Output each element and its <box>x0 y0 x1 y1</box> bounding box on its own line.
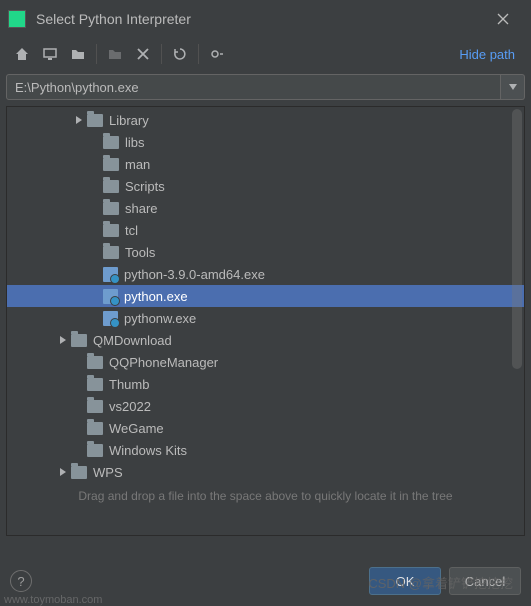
folder-icon <box>103 246 119 259</box>
refresh-icon <box>172 46 188 62</box>
hide-path-link[interactable]: Hide path <box>459 47 523 62</box>
tree-item-label: man <box>125 157 150 172</box>
file-tree-container: Library libs man Scripts share tcl Tools python… <box>6 106 525 536</box>
path-dropdown-button[interactable] <box>501 74 525 100</box>
tree-item-label: QMDownload <box>93 333 172 348</box>
tree-item-label: WPS <box>93 465 123 480</box>
tree-item-label: vs2022 <box>109 399 151 414</box>
tree-row[interactable]: WeGame <box>7 417 524 439</box>
tree-row[interactable]: Thumb <box>7 373 524 395</box>
tree-row[interactable]: tcl <box>7 219 524 241</box>
folder-icon <box>103 158 119 171</box>
tree-row[interactable]: WPS <box>7 461 524 483</box>
tree-row[interactable]: Windows Kits <box>7 439 524 461</box>
tree-item-label: Library <box>109 113 149 128</box>
tree-item-label: Windows Kits <box>109 443 187 458</box>
cancel-button[interactable]: Cancel <box>449 567 521 595</box>
new-folder-button[interactable] <box>101 40 129 68</box>
tree-row[interactable]: QQPhoneManager <box>7 351 524 373</box>
path-row <box>0 70 531 106</box>
file-icon <box>103 289 118 304</box>
scrollbar-thumb[interactable] <box>512 109 522 369</box>
tree-item-label: Thumb <box>109 377 149 392</box>
toolbar-separator <box>161 44 162 64</box>
chevron-down-icon <box>509 84 517 90</box>
ok-button[interactable]: OK <box>369 567 441 595</box>
tree-item-label: pythonw.exe <box>124 311 196 326</box>
pycharm-icon <box>8 10 26 28</box>
show-hidden-button[interactable] <box>203 40 231 68</box>
folder-icon <box>103 180 119 193</box>
tree-row[interactable]: libs <box>7 131 524 153</box>
folder-icon <box>87 114 103 127</box>
tree-item-label: Tools <box>125 245 155 260</box>
expand-chevron-icon[interactable] <box>55 464 71 480</box>
toolbar-separator <box>198 44 199 64</box>
tree-hint: Drag and drop a file into the space abov… <box>7 483 524 509</box>
tree-row[interactable]: QMDownload <box>7 329 524 351</box>
folder-icon <box>87 444 103 457</box>
desktop-button[interactable] <box>36 40 64 68</box>
path-input[interactable] <box>6 74 501 100</box>
folder-icon <box>87 422 103 435</box>
help-button[interactable]: ? <box>10 570 32 592</box>
file-icon <box>103 311 118 326</box>
delete-button[interactable] <box>129 40 157 68</box>
tree-item-label: QQPhoneManager <box>109 355 218 370</box>
new-folder-icon <box>107 46 123 62</box>
vertical-scrollbar[interactable] <box>512 109 522 533</box>
folder-icon <box>87 356 103 369</box>
folder-icon <box>71 466 87 479</box>
folder-icon <box>103 136 119 149</box>
tree-row[interactable]: Tools <box>7 241 524 263</box>
tree-item-label: tcl <box>125 223 138 238</box>
delete-icon <box>137 48 149 60</box>
tree-row[interactable]: Scripts <box>7 175 524 197</box>
tree-row[interactable]: man <box>7 153 524 175</box>
toolbar: Hide path <box>0 38 531 70</box>
desktop-icon <box>42 46 58 62</box>
project-icon <box>70 46 86 62</box>
tree-item-label: libs <box>125 135 145 150</box>
project-button[interactable] <box>64 40 92 68</box>
tree-item-label: WeGame <box>109 421 164 436</box>
tree-item-label: python-3.9.0-amd64.exe <box>124 267 265 282</box>
expand-chevron-icon[interactable] <box>55 332 71 348</box>
file-tree[interactable]: Library libs man Scripts share tcl Tools python… <box>7 107 524 483</box>
tree-item-label: share <box>125 201 158 216</box>
tree-row[interactable]: Library <box>7 109 524 131</box>
toolbar-separator <box>96 44 97 64</box>
tree-row[interactable]: pythonw.exe <box>7 307 524 329</box>
tree-row[interactable]: share <box>7 197 524 219</box>
expand-chevron-icon[interactable] <box>71 112 87 128</box>
home-icon <box>14 46 30 62</box>
tree-item-label: Scripts <box>125 179 165 194</box>
tree-row[interactable]: python-3.9.0-amd64.exe <box>7 263 524 285</box>
dialog-title: Select Python Interpreter <box>36 11 483 27</box>
folder-icon <box>103 224 119 237</box>
close-icon <box>497 13 509 25</box>
titlebar: Select Python Interpreter <box>0 0 531 38</box>
home-button[interactable] <box>8 40 36 68</box>
folder-icon <box>87 400 103 413</box>
button-bar: ? OK Cancel <box>0 558 531 604</box>
tree-item-label: python.exe <box>124 289 188 304</box>
tree-row[interactable]: python.exe <box>7 285 524 307</box>
file-icon <box>103 267 118 282</box>
folder-icon <box>103 202 119 215</box>
folder-icon <box>87 378 103 391</box>
refresh-button[interactable] <box>166 40 194 68</box>
tree-row[interactable]: vs2022 <box>7 395 524 417</box>
folder-icon <box>71 334 87 347</box>
close-button[interactable] <box>483 0 523 38</box>
show-hidden-icon <box>209 46 225 62</box>
